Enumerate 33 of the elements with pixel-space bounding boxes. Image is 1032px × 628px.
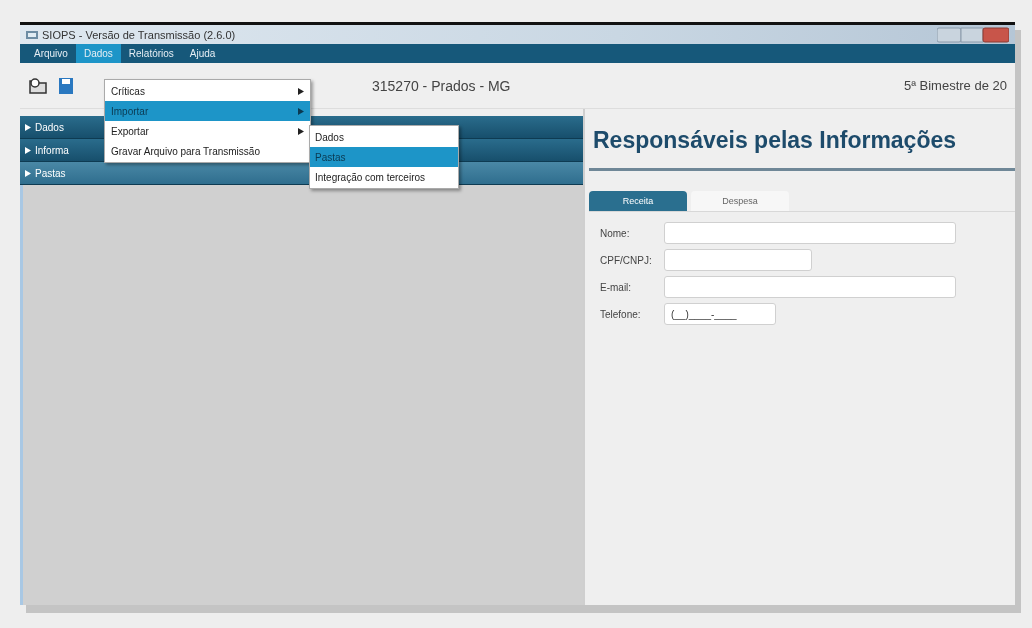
period-label: 5ª Bimestre de 20 <box>903 78 1007 93</box>
menu-item[interactable]: Arquivo <box>26 44 76 63</box>
expand-arrow-icon <box>25 123 31 131</box>
menu-entry[interactable]: Exportar <box>105 121 310 141</box>
menu-item[interactable]: Relatórios <box>120 44 182 63</box>
expand-arrow-icon <box>25 169 31 177</box>
app-icon <box>26 29 38 40</box>
tab[interactable]: Despesa <box>691 191 789 211</box>
menu-entry[interactable]: Gravar Arquivo para Transmissão <box>105 141 310 161</box>
menu-entry[interactable]: Integração com terceiros <box>310 167 458 187</box>
location-label: 315270 - Prados - MG <box>372 77 511 94</box>
menu-entry[interactable]: Dados <box>310 127 458 147</box>
input-field[interactable]: (__)____-____ <box>664 303 776 325</box>
tab[interactable]: Receita <box>589 191 687 211</box>
expand-arrow-icon <box>25 146 31 154</box>
accordion-label: Informa <box>35 144 69 156</box>
menu-item[interactable]: Ajuda <box>181 44 224 63</box>
field-label: Nome: <box>600 227 631 239</box>
folder-icon[interactable] <box>28 76 48 95</box>
input-field[interactable] <box>664 222 956 244</box>
accordion-label: Dados <box>35 121 64 133</box>
accordion-label: Pastas <box>35 167 66 179</box>
input-field[interactable] <box>664 249 812 271</box>
field-label: CPF/CNPJ: <box>600 254 653 266</box>
field-label: Telefone: <box>600 308 642 320</box>
window-controls-icon[interactable] <box>937 26 1009 43</box>
menu-entry[interactable]: Críticas <box>105 81 310 101</box>
panel-title: Responsáveis pelas Informações <box>589 121 1015 171</box>
field-label: E-mail: <box>600 281 633 293</box>
save-icon[interactable] <box>58 76 74 95</box>
window-title: SIOPS - Versão de Transmissão (2.6.0) <box>42 28 236 41</box>
input-field[interactable] <box>664 276 956 298</box>
menu-entry[interactable]: Pastas <box>310 147 458 167</box>
